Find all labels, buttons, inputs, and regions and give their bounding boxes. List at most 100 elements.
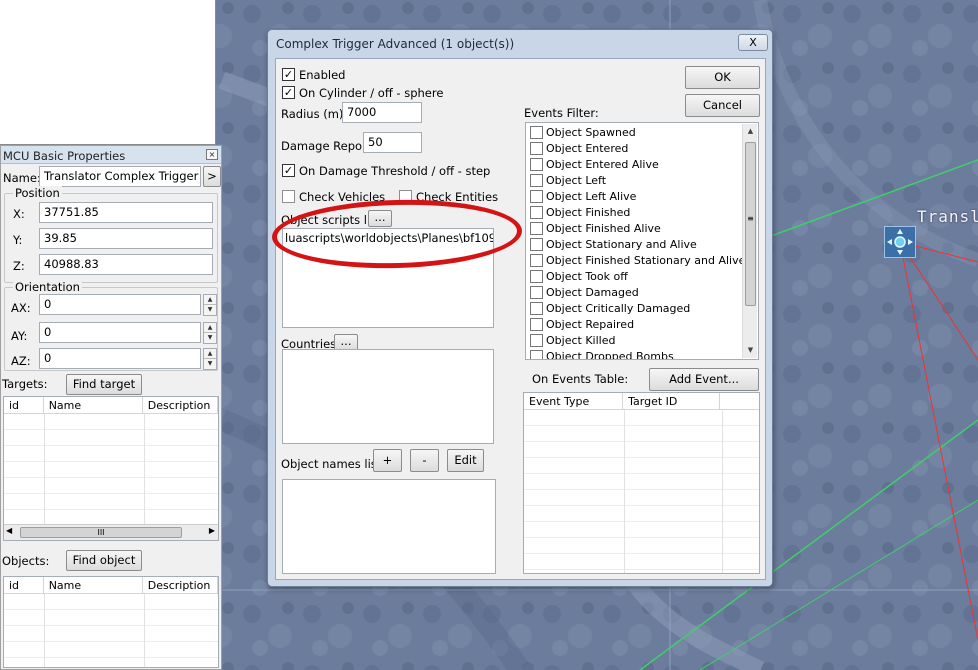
damage-report-field[interactable]: 50 — [363, 132, 422, 153]
col-name[interactable]: Name — [44, 577, 143, 593]
event-filter-checkbox[interactable] — [530, 254, 543, 267]
col-name[interactable]: Name — [44, 397, 143, 413]
ax-stepper[interactable]: ▲ ▼ — [203, 294, 217, 316]
close-icon[interactable]: × — [206, 149, 218, 160]
event-filter-label: Object Repaired — [546, 318, 635, 331]
name-more-button[interactable]: > — [203, 166, 221, 187]
on-events-table[interactable]: Event Type Target ID — [523, 392, 760, 574]
targets-hscroll-thumb[interactable]: III — [20, 527, 182, 538]
event-filter-checkbox[interactable] — [530, 158, 543, 171]
damage-threshold-checkbox[interactable]: ✓ — [282, 164, 295, 177]
add-name-button[interactable]: + — [373, 449, 402, 472]
radius-label: Radius (m): — [281, 107, 348, 121]
az-stepper[interactable]: ▲ ▼ — [203, 348, 217, 370]
ay-field[interactable]: 0 — [39, 322, 201, 343]
col-description[interactable]: Description — [143, 577, 218, 593]
dialog-close-button[interactable]: X — [738, 34, 768, 51]
cylinder-label: On Cylinder / off - sphere — [299, 86, 444, 100]
check-vehicles-checkbox[interactable] — [282, 190, 295, 203]
countries-list[interactable] — [282, 349, 494, 444]
object-names-list[interactable] — [282, 479, 496, 574]
stepper-up-icon[interactable]: ▲ — [204, 323, 216, 333]
radius-field[interactable]: 7000 — [342, 102, 422, 123]
name-label: Name: — [3, 171, 41, 185]
event-filter-checkbox[interactable] — [530, 126, 543, 139]
event-filter-checkbox[interactable] — [530, 270, 543, 283]
col-blank — [720, 393, 759, 409]
ay-stepper[interactable]: ▲ ▼ — [203, 322, 217, 344]
event-filter-checkbox[interactable] — [530, 286, 543, 299]
check-vehicles-label: Check Vehicles — [299, 190, 386, 204]
event-filter-checkbox[interactable] — [530, 334, 543, 347]
event-filter-checkbox[interactable] — [530, 142, 543, 155]
az-label: AZ: — [11, 354, 31, 368]
scripts-list[interactable]: luascripts\worldobjects\Planes\bf109f4.t… — [282, 228, 494, 328]
az-field[interactable]: 0 — [39, 348, 201, 369]
event-filter-checkbox[interactable] — [530, 238, 543, 251]
name-field[interactable]: Translator Complex Trigger — [39, 166, 201, 187]
event-filter-checkbox[interactable] — [530, 302, 543, 315]
stepper-up-icon[interactable]: ▲ — [204, 349, 216, 359]
cylinder-checkbox[interactable]: ✓ — [282, 86, 295, 99]
enabled-checkbox[interactable]: ✓ — [282, 68, 295, 81]
y-field[interactable]: 39.85 — [39, 228, 213, 249]
map-object-label: Transl — [917, 207, 978, 226]
targets-table-body — [4, 414, 218, 540]
event-filter-checkbox[interactable] — [530, 190, 543, 203]
event-filter-label: Object Left — [546, 174, 607, 187]
col-description[interactable]: Description — [143, 397, 218, 413]
check-entities-label: Check Entities — [416, 190, 499, 204]
stepper-down-icon[interactable]: ▼ — [204, 305, 216, 315]
complex-trigger-icon[interactable] — [884, 226, 916, 258]
col-target-id[interactable]: Target ID — [623, 393, 721, 409]
enabled-label: Enabled — [299, 68, 346, 82]
object-list-panel — [0, 0, 216, 145]
objects-table[interactable]: id Name Description — [3, 576, 219, 668]
ax-field[interactable]: 0 — [39, 294, 201, 315]
position-group-title: Position — [13, 186, 62, 200]
event-filter-label: Object Took off — [546, 270, 628, 283]
z-field[interactable]: 40988.83 — [39, 254, 213, 275]
event-filter-label: Object Stationary and Alive — [546, 238, 697, 251]
script-entry[interactable]: luascripts\worldobjects\Planes\bf109f4.t… — [285, 231, 493, 245]
panel-title: MCU Basic Properties × — [1, 146, 221, 164]
scroll-right-icon[interactable]: ▶ — [209, 526, 215, 535]
stepper-down-icon[interactable]: ▼ — [204, 359, 216, 369]
damage-threshold-label: On Damage Threshold / off - step — [299, 164, 491, 178]
event-filter-checkbox[interactable] — [530, 206, 543, 219]
cancel-button[interactable]: Cancel — [685, 94, 760, 117]
x-field[interactable]: 37751.85 — [39, 202, 213, 223]
stepper-down-icon[interactable]: ▼ — [204, 333, 216, 343]
events-scroll-thumb[interactable]: ≡ — [745, 142, 756, 306]
event-filter-label: Object Spawned — [546, 126, 636, 139]
event-filter-checkbox[interactable] — [530, 318, 543, 331]
on-events-table-label: On Events Table: — [532, 372, 629, 386]
scripts-browse-button[interactable]: ... — [368, 210, 392, 227]
event-filter-label: Object Finished Stationary and Alive — [546, 254, 746, 267]
add-event-button[interactable]: Add Event... — [649, 368, 759, 391]
event-filter-checkbox[interactable] — [530, 350, 543, 359]
find-object-button[interactable]: Find object — [66, 550, 142, 571]
events-filter-list[interactable]: Object Spawned Object Entered Object Enter… — [525, 122, 759, 360]
col-event-type[interactable]: Event Type — [524, 393, 624, 409]
edit-name-button[interactable]: Edit — [447, 449, 484, 472]
ok-button[interactable]: OK — [685, 66, 760, 89]
on-events-table-body — [524, 410, 759, 573]
check-entities-checkbox[interactable] — [399, 190, 412, 203]
scroll-down-icon[interactable]: ▼ — [743, 343, 758, 358]
remove-name-button[interactable]: - — [410, 449, 439, 472]
stepper-up-icon[interactable]: ▲ — [204, 295, 216, 305]
targets-hscroll[interactable]: ◀ III ▶ — [4, 524, 218, 540]
col-id[interactable]: id — [4, 397, 44, 413]
events-filter-scrollbar[interactable]: ▲ ≡ ▼ — [742, 124, 757, 358]
scroll-up-icon[interactable]: ▲ — [743, 124, 758, 139]
event-filter-checkbox[interactable] — [530, 174, 543, 187]
objects-table-body — [4, 594, 218, 667]
panel-title-text: MCU Basic Properties — [3, 149, 126, 163]
scroll-left-icon[interactable]: ◀ — [6, 526, 12, 535]
event-filter-label: Object Entered — [546, 142, 629, 155]
col-id[interactable]: id — [4, 577, 44, 593]
event-filter-checkbox[interactable] — [530, 222, 543, 235]
find-target-button[interactable]: Find target — [66, 374, 142, 395]
targets-table[interactable]: id Name Description ◀ III ▶ — [3, 396, 219, 541]
